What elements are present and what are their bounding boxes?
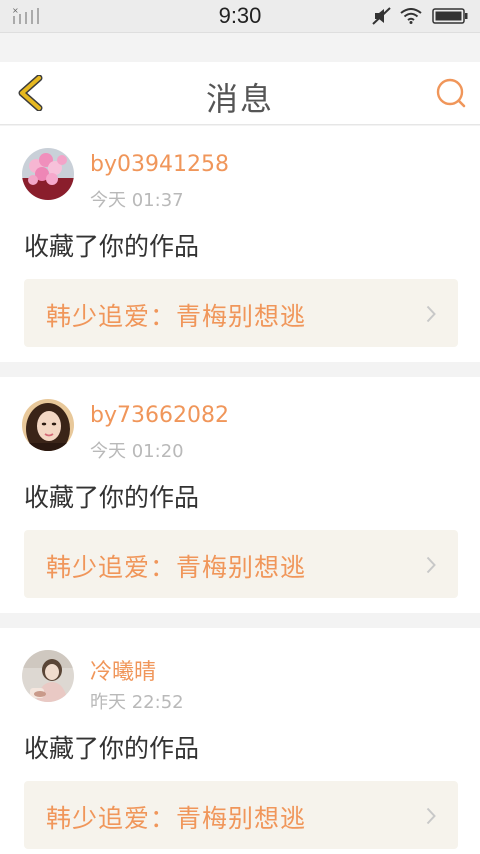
timestamp: 昨天 22:52 <box>90 692 184 713</box>
work-link[interactable]: 韩少追爱：青梅别想逃 <box>24 530 458 598</box>
work-title: 韩少追爱：青梅别想逃 <box>46 302 307 331</box>
search-button[interactable] <box>432 74 470 112</box>
chevron-right-icon <box>426 807 436 825</box>
pink-balloons-avatar <box>22 148 74 200</box>
timestamp: 今天 01:37 <box>90 190 184 211</box>
action-text: 收藏了你的作品 <box>24 232 200 261</box>
chevron-right-icon <box>426 305 436 323</box>
work-link[interactable]: 韩少追爱：青梅别想逃 <box>24 781 458 849</box>
chevron-right-icon <box>426 556 436 574</box>
search-icon <box>436 78 466 108</box>
header: 消息 <box>0 62 480 125</box>
woman-portrait-avatar <box>22 399 74 451</box>
work-title: 韩少追爱：青梅别想逃 <box>46 804 307 833</box>
username[interactable]: by03941258 <box>90 152 229 177</box>
avatar[interactable] <box>22 650 74 702</box>
message-card: by73662082 今天 01:20 收藏了你的作品 韩少追爱：青梅别想逃 <box>0 377 480 613</box>
avatar[interactable] <box>22 399 74 451</box>
timestamp: 今天 01:20 <box>90 441 184 462</box>
message-card: 冷曦晴 昨天 22:52 收藏了你的作品 韩少追爱：青梅别想逃 <box>0 628 480 854</box>
battery-icon <box>432 8 468 24</box>
girl-photo-avatar <box>22 650 74 702</box>
mute-icon <box>372 7 391 25</box>
action-text: 收藏了你的作品 <box>24 483 200 512</box>
wifi-icon <box>400 8 422 24</box>
work-title: 韩少追爱：青梅别想逃 <box>46 553 307 582</box>
action-text: 收藏了你的作品 <box>24 734 200 763</box>
username[interactable]: 冷曦晴 <box>90 654 156 686</box>
page-title: 消息 <box>205 80 274 118</box>
username[interactable]: by73662082 <box>90 403 229 428</box>
message-card: by03941258 今天 01:37 收藏了你的作品 韩少追爱：青梅别想逃 <box>0 126 480 362</box>
avatar[interactable] <box>22 148 74 200</box>
work-link[interactable]: 韩少追爱：青梅别想逃 <box>24 279 458 347</box>
status-bar: × 9:30 <box>0 0 480 33</box>
